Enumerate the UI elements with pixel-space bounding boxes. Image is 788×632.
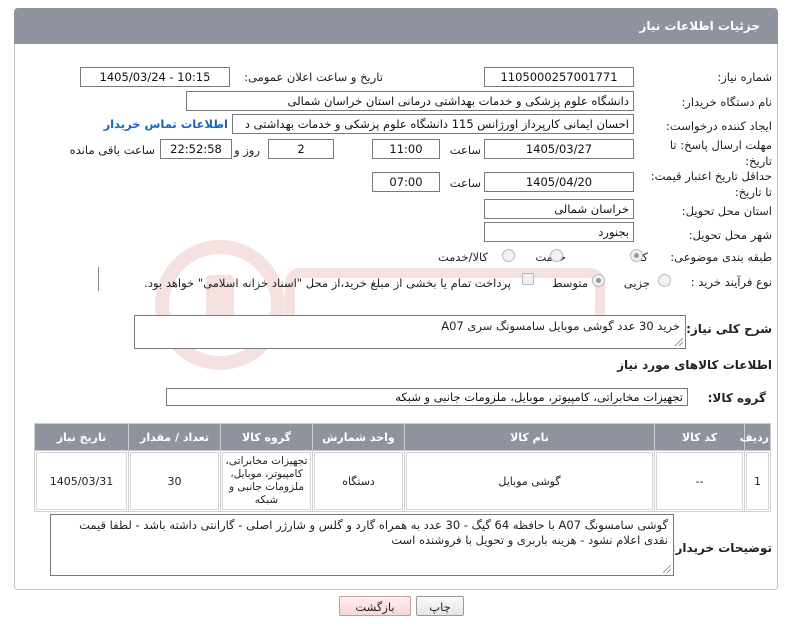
deadline-days-field: 2 (268, 139, 334, 159)
purchase-type-label: نوع فرآیند خرید : (690, 275, 772, 289)
cell-unit: دستگاه (314, 452, 403, 510)
requester-label: ایجاد کننده درخواست: (666, 119, 772, 133)
deadline-label: مهلت ارسال پاسخ: تا تاریخ: (669, 138, 772, 168)
panel-header: جزئیات اطلاعات نیاز (14, 8, 778, 44)
cell-group: تجهیزات مخابراتی، کامپیوتر، موبایل، ملزو… (222, 452, 311, 510)
buyer-org-label: نام دستگاه خریدار: (681, 95, 772, 109)
col-qty: تعداد / مقدار (128, 423, 221, 451)
purchase-type-medium-radio[interactable] (592, 274, 605, 287)
goods-section-title: اطلاعات کالاهای مورد نیاز (617, 358, 772, 372)
delivery-city-field: بجنورد (484, 222, 634, 242)
table-row: 1 -- گوشی موبایل دستگاه تجهیزات مخابراتی… (34, 450, 771, 512)
cell-code: -- (656, 452, 743, 510)
delivery-province-label: استان محل تحویل: (681, 204, 772, 218)
price-validity-time-label: ساعت (449, 176, 481, 190)
col-row: ردیف (740, 423, 771, 451)
deadline-date-field: 1405/03/27 (484, 139, 634, 159)
summary-label: شرح کلی نیاز: (686, 322, 772, 336)
cell-date: 1405/03/31 (36, 452, 127, 510)
announce-label: تاریخ و ساعت اعلان عمومی: (244, 70, 383, 84)
cell-name: گوشی موبایل (406, 452, 653, 510)
payment-note-divider (98, 267, 99, 291)
resize-grip-icon[interactable] (675, 338, 683, 346)
purchase-type-medium-label: متوسط (551, 276, 588, 290)
deadline-time-field: 11:00 (372, 139, 440, 159)
back-button[interactable]: بازگشت (339, 596, 411, 616)
col-name: نام کالا (404, 423, 655, 451)
print-button[interactable]: چاپ (416, 596, 464, 616)
col-date: تاریخ نیاز (34, 423, 129, 451)
buyer-notes-textarea[interactable]: گوشی سامسونگ A07 با حافظه 64 گیگ - 30 عد… (50, 514, 674, 576)
buyer-org-field: دانشگاه علوم پزشکی و خدمات بهداشتی درمان… (186, 91, 634, 111)
buyer-notes-label: توضیحات خریدار: (670, 541, 772, 555)
resize-grip-icon[interactable] (663, 565, 671, 573)
goods-group-label: گروه کالا: (707, 391, 766, 405)
category-option-both-radio[interactable] (502, 249, 515, 262)
col-group: گروه کالا (220, 423, 313, 451)
need-number-label: شماره نیاز: (717, 70, 772, 84)
delivery-city-label: شهر محل تحویل: (688, 228, 772, 242)
deadline-time-label: ساعت (449, 143, 481, 157)
treasury-payment-checkbox[interactable] (522, 273, 534, 285)
summary-textarea[interactable]: خرید 30 عدد گوشی موبایل سامسونگ سری A07 (134, 315, 686, 349)
treasury-payment-note: پرداخت تمام یا بخشی از مبلغ خرید،از محل … (144, 276, 511, 290)
category-option-service-radio[interactable] (550, 249, 563, 262)
goods-table-header: ردیف کد کالا نام کالا واحد شمارش گروه کا… (34, 423, 771, 451)
purchase-type-minor-label: جزیی (623, 276, 650, 290)
purchase-type-minor-radio[interactable] (658, 274, 671, 287)
category-option-both-label: کالا/خدمت (437, 250, 488, 264)
buyer-contact-link[interactable]: اطلاعات تماس خریدار (104, 117, 228, 131)
requester-field: احسان ایمانی کارپرداز اورژانس 115 دانشگا… (232, 114, 634, 134)
announce-field: 1405/03/24 - 10:15 (80, 67, 230, 87)
delivery-province-field: خراسان شمالی (484, 199, 634, 219)
price-validity-date-field: 1405/04/20 (484, 172, 634, 192)
cell-row: 1 (746, 452, 769, 510)
category-label: طبقه بندی موضوعی: (670, 250, 772, 264)
category-option-goods-radio[interactable] (630, 249, 643, 262)
col-code: کد کالا (654, 423, 745, 451)
col-unit: واحد شمارش (312, 423, 405, 451)
remaining-time-field: 22:52:58 (160, 139, 232, 159)
goods-group-field: تجهیزات مخابراتی، کامپیوتر، موبایل، ملزو… (166, 388, 688, 406)
price-validity-label: حداقل تاریخ اعتبار قیمت: تا تاریخ: (650, 169, 772, 199)
goods-table: ردیف کد کالا نام کالا واحد شمارش گروه کا… (34, 423, 771, 512)
remaining-time-label: ساعت باقی مانده (69, 143, 155, 157)
deadline-days-label: روز و (234, 143, 260, 157)
cell-qty: 30 (130, 452, 219, 510)
need-number-field: 1105000257001771 (484, 67, 634, 87)
price-validity-time-field: 07:00 (372, 172, 440, 192)
